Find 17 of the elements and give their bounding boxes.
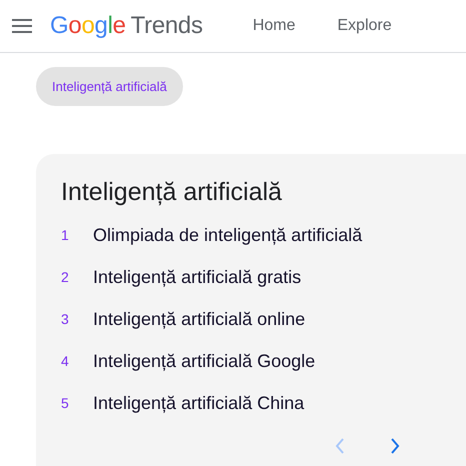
rank-number: 2 xyxy=(61,269,70,285)
query-link[interactable]: Olimpiada de inteligență artificială xyxy=(93,224,362,246)
card-title: Inteligență artificială xyxy=(61,177,283,208)
rank-number: 1 xyxy=(61,227,70,243)
query-link[interactable]: Inteligență artificială China xyxy=(93,392,304,414)
rank-number: 5 xyxy=(61,395,70,411)
next-page-icon[interactable] xyxy=(390,438,400,454)
topic-chip[interactable]: Inteligență artificială xyxy=(36,67,183,106)
query-link[interactable]: Inteligență artificială gratis xyxy=(93,266,302,288)
menu-icon[interactable] xyxy=(12,19,32,33)
nav-link[interactable]: Home xyxy=(252,17,296,35)
nav-link[interactable]: Explore xyxy=(337,17,392,35)
rank-number: 3 xyxy=(61,311,70,327)
query-link[interactable]: Inteligență artificială Google xyxy=(93,350,316,372)
query-link[interactable]: Inteligență artificială online xyxy=(93,308,306,330)
google-trends-logo[interactable]: Google Trends xyxy=(50,12,203,40)
rank-number: 4 xyxy=(61,353,70,369)
